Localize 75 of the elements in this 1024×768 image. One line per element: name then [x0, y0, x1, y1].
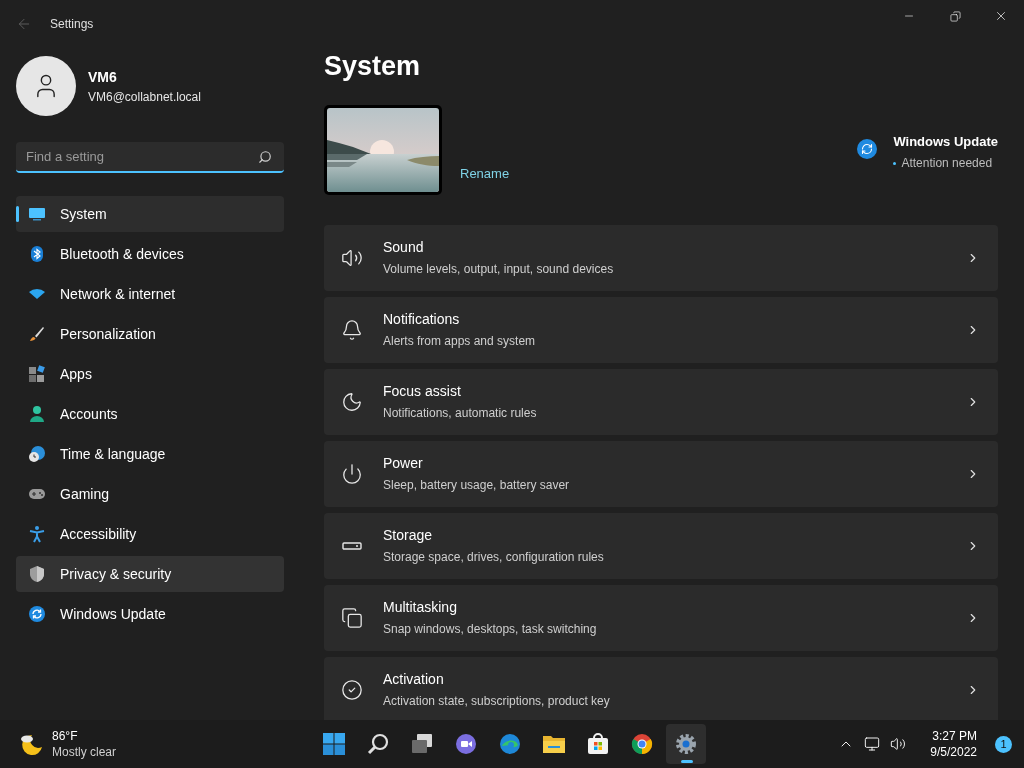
search-icon: [366, 732, 390, 756]
settings-card[interactable]: Focus assist Notifications, automatic rules: [324, 368, 998, 435]
close-icon: [994, 9, 1008, 23]
card-title: Storage: [383, 526, 434, 545]
round-browser-icon: [630, 732, 654, 756]
card-subtitle: Activation state, subscriptions, product key: [383, 693, 611, 710]
person-icon: [28, 405, 46, 423]
clock-date[interactable]: 9/5/2022: [930, 744, 977, 760]
card-subtitle: Notifications, automatic rules: [383, 405, 538, 422]
weather-temperature: 86°F: [52, 728, 79, 744]
check-circle-icon: [341, 678, 363, 701]
page-title: System: [324, 50, 422, 83]
rename-link[interactable]: Rename: [460, 164, 510, 184]
store-bag-icon: [586, 732, 610, 756]
accessibility-icon: [28, 525, 46, 543]
card-title: Activation: [383, 670, 445, 689]
sidebar-item[interactable]: Apps: [16, 356, 284, 392]
sidebar-item[interactable]: Time & language: [16, 436, 284, 472]
sync-icon: [28, 605, 46, 623]
card-title: Sound: [383, 238, 425, 257]
card-title: Focus assist: [383, 382, 462, 401]
moon-icon: [341, 390, 363, 413]
card-subtitle: Sleep, battery usage, battery saver: [383, 477, 571, 494]
running-indicator: [681, 760, 693, 763]
weather-condition: Mostly clear: [52, 744, 116, 760]
settings-card[interactable]: Multitasking Snap windows, desktops, task switching: [324, 584, 998, 651]
bluetooth-icon: [28, 245, 46, 263]
shield-icon: [28, 565, 46, 583]
windows-logo-icon: [322, 732, 346, 756]
sidebar-item[interactable]: Privacy & security: [16, 556, 284, 592]
clock-globe-icon: [28, 445, 46, 463]
bell-icon: [341, 318, 363, 341]
update-title: Windows Update: [893, 132, 998, 151]
settings-card[interactable]: Activation Activation state, subscriptions, product key: [324, 656, 998, 720]
gear-icon: [674, 732, 698, 756]
clock-time[interactable]: 3:27 PM: [932, 728, 977, 744]
card-title: Notifications: [383, 310, 461, 329]
update-status: Attention needed: [901, 155, 993, 172]
chat-icon: [454, 732, 478, 756]
window-title: Settings: [50, 16, 94, 33]
windows-stack-icon: [410, 732, 434, 756]
search-icon[interactable]: [258, 150, 272, 164]
monitor-icon: [28, 205, 46, 223]
profile-name: VM6: [88, 67, 118, 87]
selection-indicator: [16, 206, 19, 222]
windows-icon: [341, 606, 363, 629]
settings-card[interactable]: Power Sleep, battery usage, battery saver: [324, 440, 998, 507]
card-subtitle: Alerts from apps and system: [383, 333, 537, 350]
card-subtitle: Volume levels, output, input, sound devices: [383, 261, 615, 278]
sidebar-item[interactable]: Windows Update: [16, 596, 284, 632]
sidebar-item[interactable]: Gaming: [16, 476, 284, 512]
apps-icon: [28, 365, 46, 383]
network-icon[interactable]: [864, 736, 881, 752]
card-subtitle: Storage space, drives, configuration rules: [383, 549, 605, 566]
settings-card[interactable]: Sound Volume levels, output, input, sound devices: [324, 224, 998, 291]
sidebar-item[interactable]: Bluetooth & devices: [16, 236, 284, 272]
volume-icon[interactable]: [890, 736, 907, 752]
card-title: Multitasking: [383, 598, 458, 617]
power-icon: [341, 462, 363, 485]
sidebar-item[interactable]: System: [16, 196, 284, 232]
settings-card[interactable]: Notifications Alerts from apps and system: [324, 296, 998, 363]
sidebar-item[interactable]: Network & internet: [16, 276, 284, 312]
sidebar-item[interactable]: Personalization: [16, 316, 284, 352]
restore-icon: [949, 10, 961, 22]
notification-badge[interactable]: 1: [995, 735, 1012, 753]
browser-wave-icon: [498, 732, 522, 756]
card-title: Power: [383, 454, 424, 473]
search-field[interactable]: Find a setting: [16, 142, 284, 173]
sidebar-item[interactable]: Accounts: [16, 396, 284, 432]
profile-email: VM6@collabnet.local: [88, 88, 201, 106]
card-subtitle: Snap windows, desktops, task switching: [383, 621, 598, 638]
update-icon: [857, 138, 878, 159]
sidebar-item[interactable]: Accessibility: [16, 516, 284, 552]
settings-card[interactable]: Storage Storage space, drives, configuration rules: [324, 512, 998, 579]
brush-icon: [28, 325, 46, 343]
